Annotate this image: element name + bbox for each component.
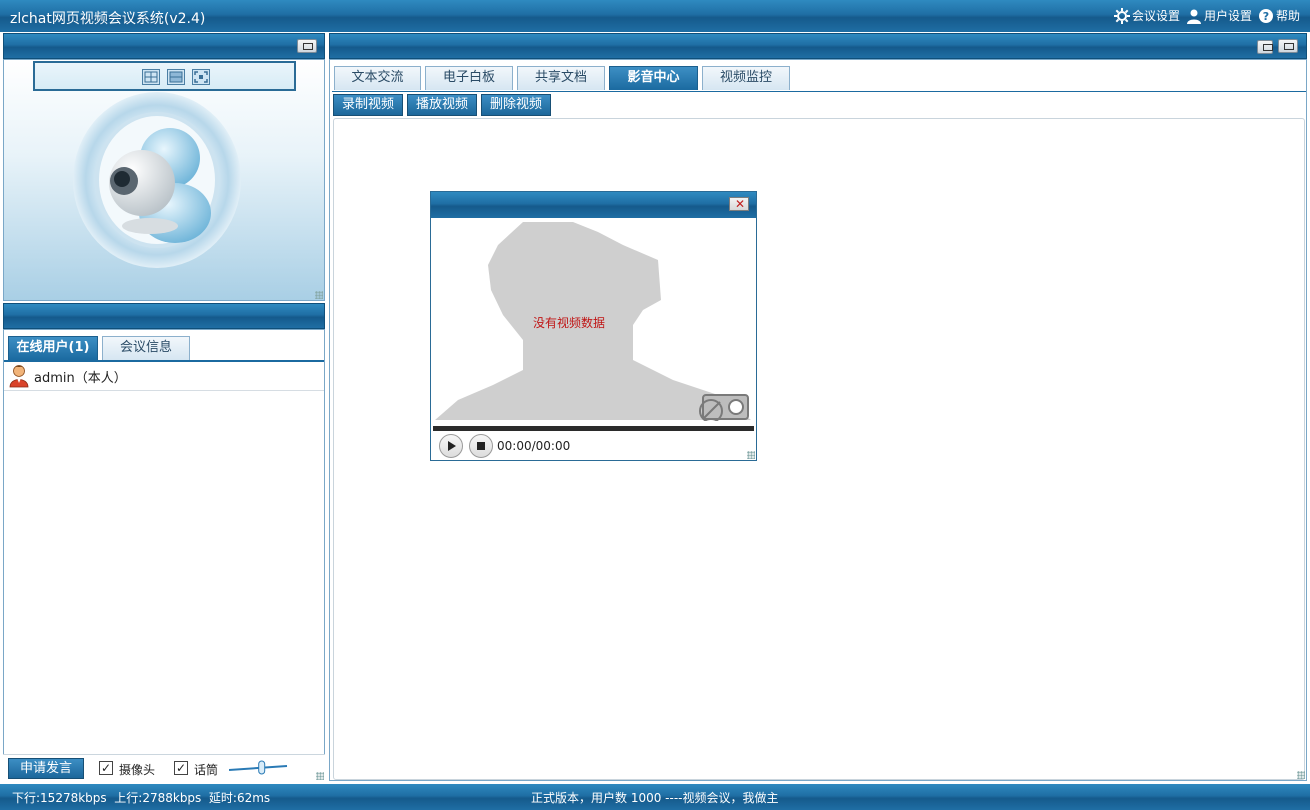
- user-settings-label: 用户设置: [1203, 9, 1252, 23]
- status-bar: 下行:15278kbps 上行:2788kbps 延时:62ms 正式版本，用户…: [0, 784, 1310, 810]
- camera-off-icon: [699, 394, 749, 421]
- play-icon: [448, 441, 456, 451]
- fullscreen-button[interactable]: [1257, 40, 1273, 54]
- stop-button[interactable]: [469, 434, 493, 458]
- camera-checkbox[interactable]: ✓: [99, 761, 113, 775]
- help-link[interactable]: ? 帮助: [1258, 7, 1300, 24]
- mic-label: 话筒: [194, 763, 219, 777]
- restore-button[interactable]: [1278, 39, 1298, 53]
- top-menu: 会议设置 用户设置 ? 帮助: [1113, 7, 1300, 24]
- tab-shared-docs[interactable]: 共享文档: [517, 66, 605, 90]
- apply-speak-button[interactable]: 申请发言: [8, 758, 84, 779]
- camera-label: 摄像头: [119, 763, 156, 777]
- user-panel-header: [3, 303, 325, 329]
- stop-icon: [477, 442, 485, 450]
- grid-layout-icon[interactable]: [142, 69, 160, 85]
- meeting-settings-label: 会议设置: [1131, 9, 1180, 23]
- list-item[interactable]: admin（本人）: [4, 362, 324, 391]
- user-panel: 在线用户(1) 会议信息 admin（本人）: [3, 329, 325, 781]
- close-icon: ✕: [735, 197, 746, 211]
- delete-video-button[interactable]: 删除视频: [481, 94, 552, 116]
- record-video-button[interactable]: 录制视频: [333, 94, 404, 116]
- help-icon: ?: [1258, 8, 1273, 23]
- title-bar: zlchat网页视频会议系统(v2.4) 会议设置 用户设置 ? 帮助: [0, 0, 1310, 32]
- resize-grip[interactable]: [1297, 771, 1305, 779]
- user-icon: [1186, 9, 1201, 24]
- play-video-button[interactable]: 播放视频: [407, 94, 478, 116]
- tab-video-monitor[interactable]: 视频监控: [702, 66, 790, 90]
- close-button[interactable]: ✕: [729, 197, 749, 211]
- volume-slider[interactable]: [229, 760, 289, 776]
- left-video-header: [3, 33, 325, 59]
- resize-grip[interactable]: [316, 772, 324, 780]
- restore-button[interactable]: [297, 39, 317, 53]
- video-player-window: ✕ 没有视频数据 00:00/00:00: [430, 191, 757, 461]
- fullscreen-icon[interactable]: [192, 69, 210, 85]
- tab-divider: [332, 91, 1306, 92]
- player-controls: 00:00/00:00: [433, 432, 754, 460]
- meeting-settings-link[interactable]: 会议设置: [1113, 7, 1180, 24]
- user-name: admin（本人）: [34, 371, 127, 386]
- version-info: 正式版本，用户数 1000 ----视频会议，我做主: [531, 791, 779, 805]
- layout-toolbar: [33, 61, 296, 91]
- main-panel-header: [329, 33, 1307, 59]
- playback-time: 00:00/00:00: [497, 439, 571, 453]
- gear-icon: [1113, 7, 1130, 24]
- svg-text:?: ?: [1263, 10, 1269, 23]
- tab-media-center[interactable]: 影音中心: [609, 66, 698, 90]
- mic-checkbox[interactable]: ✓: [174, 761, 188, 775]
- local-video-panel: [3, 59, 325, 301]
- single-layout-icon[interactable]: [167, 69, 185, 85]
- tab-meeting-info[interactable]: 会议信息: [102, 336, 190, 360]
- play-button[interactable]: [439, 434, 463, 458]
- tab-online-users[interactable]: 在线用户(1): [8, 336, 98, 360]
- resize-grip[interactable]: [747, 451, 755, 459]
- help-label: 帮助: [1275, 9, 1300, 23]
- user-avatar-icon: [9, 365, 29, 388]
- app-title: zlchat网页视频会议系统(v2.4): [10, 11, 206, 27]
- playback-progress[interactable]: [433, 426, 754, 431]
- speech-controls: 申请发言 ✓ 摄像头 ✓ 话筒: [3, 754, 325, 781]
- tab-text-chat[interactable]: 文本交流: [334, 66, 421, 90]
- user-list: admin（本人）: [4, 360, 324, 391]
- resize-grip[interactable]: [315, 291, 323, 299]
- video-window-titlebar[interactable]: ✕: [431, 192, 756, 218]
- video-screen: 没有视频数据: [433, 220, 754, 421]
- user-settings-link[interactable]: 用户设置: [1186, 7, 1252, 24]
- tab-whiteboard[interactable]: 电子白板: [425, 66, 513, 90]
- no-video-data-text: 没有视频数据: [533, 316, 606, 330]
- webcam-icon: [73, 92, 241, 268]
- network-stats: 下行:15278kbps 上行:2788kbps 延时:62ms: [12, 791, 271, 805]
